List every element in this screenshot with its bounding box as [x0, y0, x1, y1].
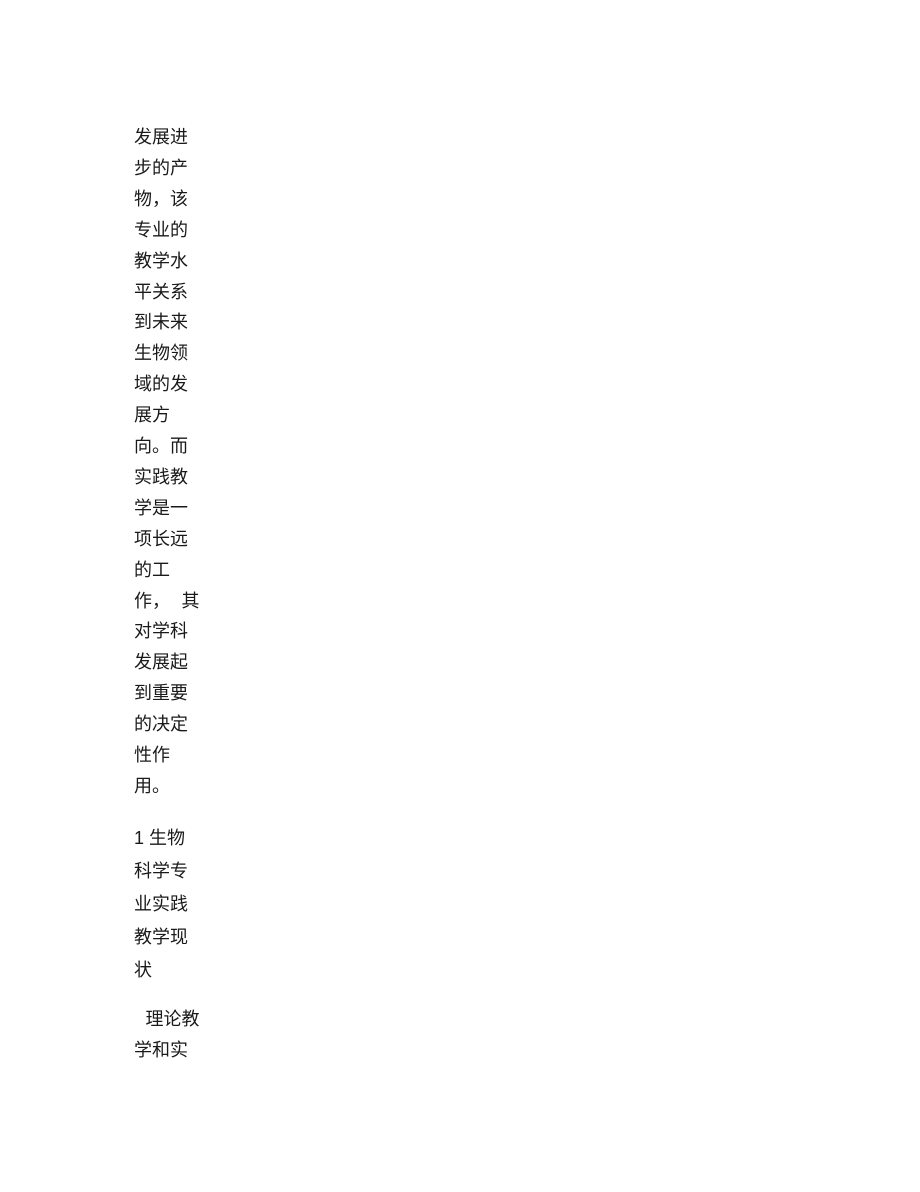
text-line: 专业的 [134, 219, 188, 241]
text-line: 理论教 [134, 1009, 200, 1030]
text-line: 向。而 [134, 436, 188, 457]
text-line: 到重要 [134, 683, 188, 705]
text-line: 教学水 [134, 250, 188, 272]
text-line: 教学现 [134, 927, 188, 947]
text-line: 平关系 [134, 281, 188, 303]
text-line: 学是一 [134, 497, 188, 519]
text-line: 科学专 [134, 861, 188, 881]
text-line: 性作 [134, 745, 170, 766]
text-line: 对学科 [134, 621, 188, 643]
text-line: 的决定 [134, 714, 188, 736]
text-line: 发展起 [134, 652, 188, 674]
text-line: 步的产 [134, 157, 188, 179]
text-line: 域的发 [134, 374, 188, 396]
text-line: 发展进 [134, 127, 188, 148]
text-line: 展方 [134, 405, 170, 427]
text-line: 学和实 [134, 1040, 188, 1061]
text-line: 项长远 [134, 528, 188, 550]
text-line: 作， 其 [134, 590, 200, 612]
text-line: 生物领 [134, 343, 188, 365]
document-page: 发展进步的产物，该专业的教学水平关系到未来生物领域的发展方向。而实践教学是一项长… [0, 0, 920, 1192]
text-line: 状 [134, 960, 152, 980]
text-line: 实践教 [134, 466, 188, 488]
text-line: 的工 [134, 559, 170, 581]
text-line: 业实践 [134, 894, 188, 914]
text-line: 用。 [134, 775, 170, 797]
text-line: 物，该 [134, 188, 188, 210]
text-line: 到未来 [134, 312, 188, 334]
text-line: 1 生物 [134, 828, 186, 848]
